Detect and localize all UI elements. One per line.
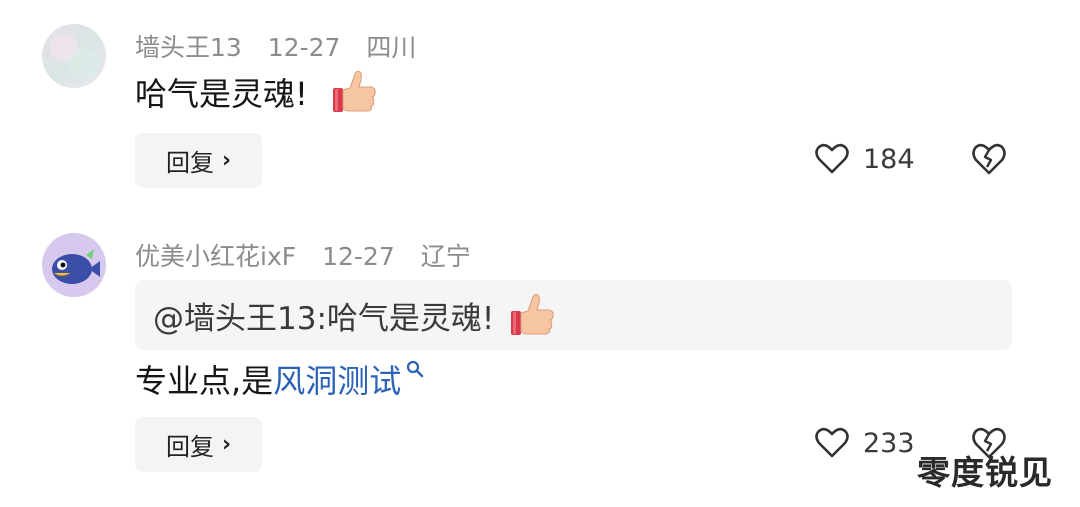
comment-1: 墙头王13 12-27 四川 哈气是灵魂! 回复 › 184 — [0, 0, 1080, 200]
avatar-image — [42, 24, 106, 88]
comment-date: 12-27 — [322, 242, 395, 271]
comment-meta: 墙头王13 12-27 四川 — [135, 28, 434, 64]
avatar[interactable] — [42, 24, 106, 88]
chevron-right-icon: › — [221, 432, 232, 457]
heart-icon — [815, 143, 849, 174]
reply-label: 回复 — [165, 433, 214, 461]
quote-text: @墙头王13:哈气是灵魂! — [153, 300, 495, 337]
reply-button[interactable]: 回复 › — [135, 133, 262, 188]
watermark: 零度锐见 — [917, 453, 1053, 492]
chevron-right-icon: › — [221, 148, 232, 173]
username[interactable]: 墙头王13 — [135, 33, 242, 62]
avatar[interactable] — [42, 233, 106, 297]
comment-text: 专业点,是 风洞测试 — [135, 355, 425, 403]
quoted-comment[interactable]: @墙头王13:哈气是灵魂! — [135, 280, 1012, 350]
comment-body: 哈气是灵魂! — [135, 75, 308, 113]
comment-body-prefix: 专业点,是 — [135, 362, 274, 400]
search-link[interactable]: 风洞测试 — [273, 356, 401, 402]
comment-meta: 优美小红花ixF 12-27 辽宁 — [135, 237, 489, 273]
reply-button[interactable]: 回复 › — [135, 417, 262, 472]
reply-label: 回复 — [165, 149, 214, 177]
avatar-image — [42, 233, 106, 297]
broken-heart-icon[interactable] — [971, 142, 1007, 176]
heart-icon — [815, 427, 849, 458]
comment-date: 12-27 — [267, 33, 341, 62]
comment-location: 辽宁 — [420, 242, 471, 271]
like-button[interactable]: 184 — [815, 143, 915, 175]
thumbs-up-emoji-icon — [332, 70, 376, 112]
like-count: 233 — [863, 427, 915, 459]
like-button[interactable]: 233 — [815, 427, 915, 459]
thumbs-up-emoji-icon — [511, 293, 554, 335]
search-icon — [407, 360, 424, 378]
comment-text: 哈气是灵魂! — [135, 68, 378, 116]
like-count: 184 — [863, 143, 915, 175]
comment-location: 四川 — [366, 33, 417, 62]
username[interactable]: 优美小红花ixF — [135, 242, 296, 271]
